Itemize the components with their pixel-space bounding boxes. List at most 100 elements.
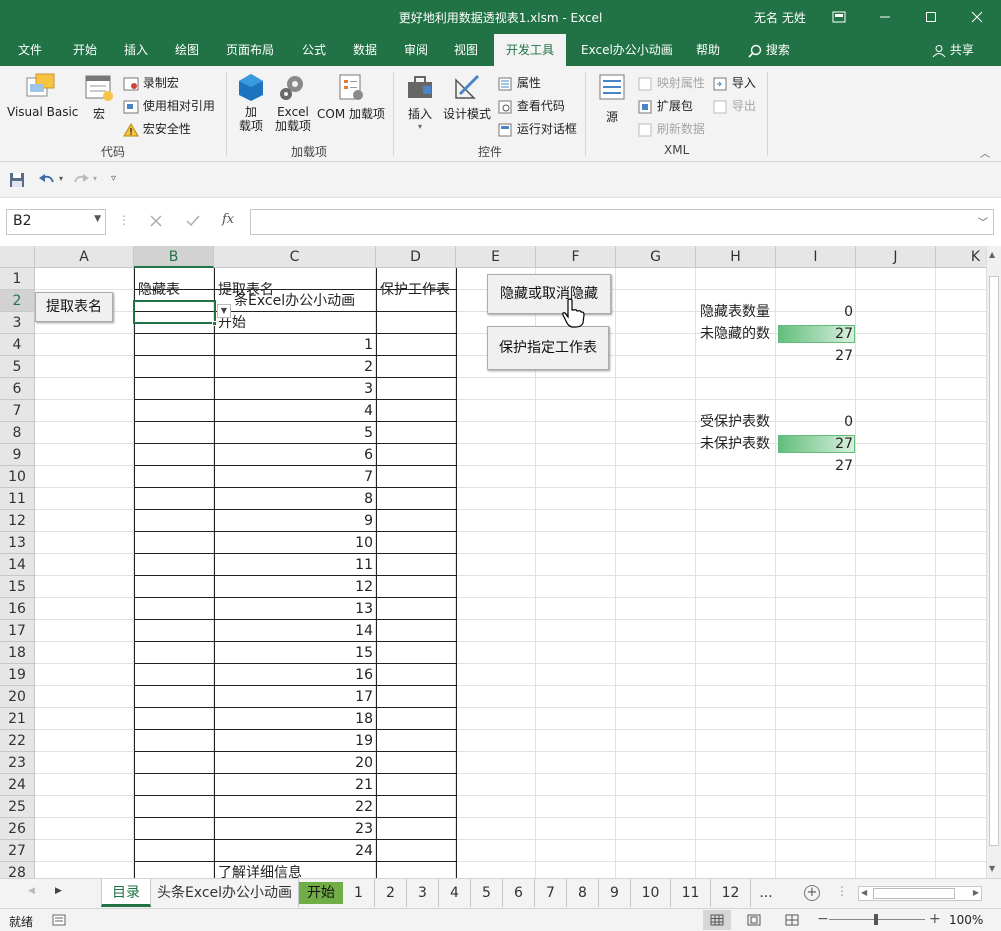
column-header-d[interactable]: D — [376, 246, 456, 268]
header-hidden-sheet[interactable]: 隐藏表 — [135, 279, 214, 301]
row-header-18[interactable]: 18 — [0, 642, 35, 664]
row-header-13[interactable]: 13 — [0, 532, 35, 554]
sheet-tab-9[interactable]: 7 — [535, 879, 567, 907]
save-icon[interactable] — [9, 172, 25, 188]
column-header-k[interactable]: K — [936, 246, 986, 268]
protect-sheet-button[interactable]: 保护指定工作表 — [487, 326, 609, 370]
sheet-tab-7[interactable]: 5 — [471, 879, 503, 907]
protected-total-value[interactable]: 27 — [777, 455, 856, 477]
horizontal-scroll-thumb[interactable] — [873, 888, 955, 899]
map-properties-button[interactable]: 映射属性 — [637, 74, 705, 91]
next-sheet-icon[interactable]: ▶ — [55, 886, 62, 896]
sheet-tab-4[interactable]: 2 — [375, 879, 407, 907]
horizontal-scrollbar[interactable]: ◀ ▶ — [858, 886, 982, 901]
tab-11[interactable]: 帮助 — [696, 34, 720, 66]
properties-button[interactable]: 属性 — [497, 74, 541, 91]
row-header-25[interactable]: 25 — [0, 796, 35, 818]
row-header-9[interactable]: 9 — [0, 444, 35, 466]
sheet-name-cell[interactable]: 开始 — [215, 312, 376, 334]
row-header-16[interactable]: 16 — [0, 598, 35, 620]
insert-function-icon[interactable]: fx — [222, 212, 234, 227]
maximize-icon[interactable] — [908, 0, 954, 34]
sheet-tab-10[interactable]: 8 — [567, 879, 599, 907]
sheet-name-cell[interactable]: 1 — [215, 334, 376, 356]
undo-icon[interactable] — [38, 172, 56, 188]
row-header-2[interactable]: 2 — [0, 290, 35, 312]
column-header-b[interactable]: B — [134, 246, 214, 268]
sheet-tab-8[interactable]: 6 — [503, 879, 535, 907]
minimize-icon[interactable] — [862, 0, 908, 34]
user-name[interactable]: 无名 无姓 — [754, 9, 806, 26]
row-header-22[interactable]: 22 — [0, 730, 35, 752]
run-dialog-button[interactable]: 运行对话框 — [497, 120, 577, 137]
sheet-tab-5[interactable]: 3 — [407, 879, 439, 907]
sheet-name-cell[interactable]: 2 — [215, 356, 376, 378]
macro-security-button[interactable]: 宏安全性 — [123, 120, 191, 137]
macro-button[interactable]: 宏 — [83, 72, 115, 122]
worksheet-grid[interactable]: ABCDEFGHIJK 1 2 3 4 5 6 7 8 9 10 11 12 13 14 15 16 17 18 1… — [0, 246, 986, 878]
name-box-dropdown-icon[interactable]: ▼ — [94, 214, 101, 224]
com-addins-button[interactable]: COM 加载项 — [315, 72, 387, 122]
sheet-name-cell[interactable]: 6 — [215, 444, 376, 466]
page-layout-view-icon[interactable] — [747, 914, 761, 926]
unprotected-count-value[interactable]: 27 — [777, 433, 856, 455]
macro-record-status-icon[interactable] — [52, 914, 66, 926]
row-header-20[interactable]: 20 — [0, 686, 35, 708]
close-icon[interactable] — [954, 0, 1000, 34]
sheet-tab-11[interactable]: 9 — [599, 879, 631, 907]
tab-8[interactable]: 视图 — [454, 34, 478, 66]
hidden-count-value[interactable]: 0 — [777, 301, 856, 323]
sheet-name-cell[interactable]: 20 — [215, 752, 376, 774]
tab-9[interactable]: 开发工具 — [494, 34, 567, 66]
hidden-count-label[interactable]: 隐藏表数量 — [697, 301, 787, 323]
enter-icon[interactable] — [186, 215, 200, 227]
expansion-pack-button[interactable]: 扩展包 — [637, 97, 693, 114]
sheet-tab-13[interactable]: 11 — [671, 879, 711, 907]
row-header-17[interactable]: 17 — [0, 620, 35, 642]
share-button[interactable]: 共享 — [932, 34, 974, 66]
formula-input[interactable]: ﹀ — [250, 209, 994, 235]
excel-addins-button[interactable]: Excel 加载项 — [273, 72, 313, 133]
refresh-data-button[interactable]: 刷新数据 — [637, 120, 705, 137]
ribbon-display-options-icon[interactable] — [816, 0, 862, 34]
prev-sheet-icon[interactable]: ◀ — [28, 886, 35, 896]
row-header-12[interactable]: 12 — [0, 510, 35, 532]
column-header-h[interactable]: H — [696, 246, 776, 268]
column-header-c[interactable]: C — [214, 246, 376, 268]
customize-qat-icon[interactable]: ▿ — [111, 173, 116, 184]
relative-reference-button[interactable]: 使用相对引用 — [123, 97, 215, 114]
column-header-i[interactable]: I — [776, 246, 856, 268]
tab-5[interactable]: 公式 — [302, 34, 326, 66]
addins-button[interactable]: 加 载项 — [233, 72, 269, 133]
sheet-tab-14[interactable]: 12 — [711, 879, 751, 907]
sheet-name-cell[interactable]: 15 — [215, 642, 376, 664]
row-header-4[interactable]: 4 — [0, 334, 35, 356]
fill-handle[interactable] — [212, 321, 217, 326]
insert-control-button[interactable]: 插入 ▾ — [402, 72, 438, 131]
sheet-name-cell[interactable]: 12 — [215, 576, 376, 598]
sheet-name-cell[interactable]: 了解详细信息 — [215, 862, 376, 878]
record-macro-button[interactable]: 录制宏 — [123, 74, 179, 91]
sheet-tab-12[interactable]: 10 — [631, 879, 671, 907]
scroll-right-icon[interactable]: ▶ — [973, 888, 979, 897]
name-box[interactable]: B2 ▼ — [6, 209, 106, 235]
sheet-name-cell[interactable]: 22 — [215, 796, 376, 818]
selected-cell-b2[interactable] — [133, 300, 216, 324]
row-header-11[interactable]: 11 — [0, 488, 35, 510]
row-header-7[interactable]: 7 — [0, 400, 35, 422]
collapse-ribbon-icon[interactable]: ︿ — [980, 145, 990, 160]
undo-dropdown-icon[interactable]: ▾ — [59, 174, 63, 183]
unhidden-count-label[interactable]: 未隐藏的数 — [697, 323, 787, 345]
sheet-name-cell[interactable]: 19 — [215, 730, 376, 752]
sheet-tab-2[interactable]: 开始 — [299, 882, 343, 904]
protected-count-value[interactable]: 0 — [777, 411, 856, 433]
import-button[interactable]: 导入 — [712, 74, 756, 91]
row-header-27[interactable]: 27 — [0, 840, 35, 862]
redo-icon[interactable] — [72, 172, 90, 188]
toggle-hide-button[interactable]: 隐藏或取消隐藏 — [487, 274, 611, 314]
row-header-1[interactable]: 1 — [0, 268, 35, 290]
page-break-view-icon[interactable] — [785, 914, 799, 926]
row-header-6[interactable]: 6 — [0, 378, 35, 400]
normal-view-button[interactable] — [703, 910, 731, 930]
sheet-name-cell[interactable]: 14 — [215, 620, 376, 642]
